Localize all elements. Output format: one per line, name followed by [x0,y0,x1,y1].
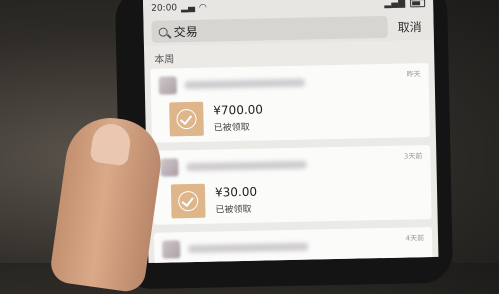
wifi-icon: ◠ [198,2,207,13]
transaction-amount: ¥700.00 [213,102,264,118]
red-packet-icon [170,183,206,219]
search-field[interactable]: 交易 [151,15,388,43]
avatar [160,158,179,177]
transaction-card[interactable]: 3天前 ¥30.00 已被领取 [152,145,432,225]
blurred-name [186,160,307,172]
search-icon [158,26,168,37]
transaction-time: 4天前 [405,234,425,243]
check-icon [176,108,197,130]
transaction-amount: ¥30.00 [214,184,258,200]
battery-icon [410,0,426,8]
transaction-card[interactable]: 昨天 ¥700.00 已被领取 [150,63,430,143]
transaction-status: 已被领取 [213,122,250,134]
cancel-button[interactable]: 取消 [393,18,425,36]
phone-screen: 20:00 ▂▄ ◠ ▂▄▆ 交易 取消 本周 昨天 ¥700.00 已被领取 … [143,0,439,263]
avatar [162,240,181,259]
search-input[interactable]: 交易 [173,22,198,39]
blurred-name [188,242,309,254]
signal-icon: ▂▄▆ [384,0,406,9]
transaction-card[interactable]: 4天前 [153,227,433,263]
transaction-time: 3天前 [403,152,423,161]
clock: 20:00 [151,3,178,14]
blurred-name [184,78,305,90]
red-packet-icon [169,101,204,137]
transaction-time: 昨天 [406,70,421,79]
signal-icon: ▂▄ [181,2,196,14]
transaction-status: 已被领取 [215,204,252,216]
check-icon [178,190,199,212]
avatar [158,76,177,95]
